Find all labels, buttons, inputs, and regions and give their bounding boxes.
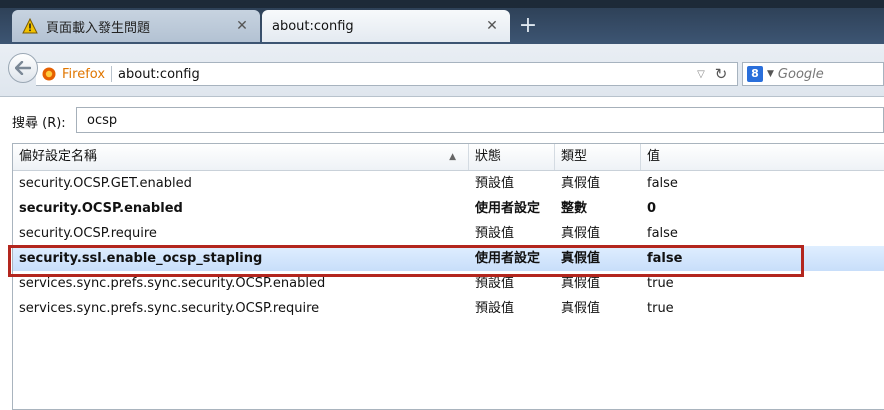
pref-type: 真假值 [561, 276, 601, 291]
tab-strip: 頁面載入發生問題 ✕ about:config ✕ + [0, 0, 884, 44]
table-row[interactable]: services.sync.prefs.sync.security.OCSP.e… [13, 271, 884, 296]
warning-icon [22, 18, 38, 34]
pref-name: security.OCSP.enabled [19, 201, 183, 216]
pref-name: security.OCSP.require [19, 226, 157, 241]
url-bar[interactable]: Firefox about:config ▽ ↻ [36, 62, 738, 86]
column-header-name[interactable]: 偏好設定名稱 ▲ [13, 144, 469, 170]
table-row[interactable]: security.OCSP.enabled 使用者設定 整數 0 [13, 196, 884, 221]
pref-name: security.ssl.enable_ocsp_stapling [19, 251, 263, 266]
tab-close-icon[interactable]: ✕ [484, 18, 500, 34]
table-row[interactable]: security.OCSP.GET.enabled 預設值 真假值 false [13, 171, 884, 196]
tab-close-icon[interactable]: ✕ [234, 18, 250, 34]
pref-name: services.sync.prefs.sync.security.OCSP.e… [19, 276, 326, 291]
pref-value: false [647, 176, 678, 191]
search-engine-dropdown-icon[interactable]: ▼ [767, 69, 774, 79]
filter-row: 搜尋 (R): ocsp [0, 107, 884, 135]
pref-status: 使用者設定 [475, 251, 541, 266]
search-bar[interactable]: 8 ▼ Google [742, 62, 884, 86]
back-button[interactable] [8, 53, 38, 83]
pref-name: services.sync.prefs.sync.security.OCSP.r… [19, 301, 320, 316]
table-header: 偏好設定名稱 ▲ 狀態 類型 值 [13, 144, 884, 171]
tab-title: about:config [272, 18, 354, 34]
table-row-selected[interactable]: security.ssl.enable_ocsp_stapling 使用者設定 … [13, 246, 884, 271]
pref-name: security.OCSP.GET.enabled [19, 176, 192, 191]
pref-value: true [647, 276, 674, 291]
pref-status: 預設值 [475, 276, 515, 291]
tab-load-error[interactable]: 頁面載入發生問題 ✕ [12, 10, 260, 42]
pref-type: 真假值 [561, 301, 601, 316]
pref-type: 真假值 [561, 176, 601, 191]
search-placeholder: Google [777, 66, 824, 82]
firefox-icon [42, 67, 56, 81]
pref-status: 預設值 [475, 226, 515, 241]
back-arrow-icon [15, 61, 31, 75]
pref-value: false [647, 226, 678, 241]
site-identity-label[interactable]: Firefox [62, 67, 105, 82]
new-tab-button[interactable]: + [514, 14, 542, 38]
pref-value: false [647, 251, 683, 266]
url-text[interactable]: about:config [118, 67, 693, 82]
sort-ascending-icon: ▲ [449, 152, 456, 162]
filter-input[interactable]: ocsp [76, 107, 884, 133]
reload-icon[interactable]: ↻ [709, 65, 733, 83]
column-header-type[interactable]: 類型 [555, 144, 641, 170]
table-row[interactable]: services.sync.prefs.sync.security.OCSP.r… [13, 296, 884, 321]
pref-type: 整數 [561, 201, 588, 216]
pref-status: 預設值 [475, 301, 515, 316]
search-engine-icon[interactable]: 8 [747, 66, 763, 82]
column-header-label: 偏好設定名稱 [19, 149, 98, 164]
pref-value: 0 [647, 201, 657, 216]
history-dropdown-icon[interactable]: ▽ [693, 69, 709, 80]
pref-status: 使用者設定 [475, 201, 541, 216]
pref-type: 真假值 [561, 226, 601, 241]
about-config-page: 搜尋 (R): ocsp 偏好設定名稱 ▲ 狀態 類型 值 security.O… [0, 97, 884, 410]
url-separator [111, 66, 113, 82]
pref-value: true [647, 301, 674, 316]
tab-title: 頁面載入發生問題 [46, 20, 151, 36]
window-frame-top [0, 0, 884, 8]
column-header-status[interactable]: 狀態 [469, 144, 555, 170]
pref-status: 預設值 [475, 176, 515, 191]
navigation-toolbar: Firefox about:config ▽ ↻ 8 ▼ Google [0, 44, 884, 97]
filter-label: 搜尋 (R): [12, 115, 66, 131]
pref-type: 真假值 [561, 251, 601, 266]
tab-about-config[interactable]: about:config ✕ [262, 10, 510, 42]
column-header-value[interactable]: 值 [641, 144, 884, 170]
preferences-table: 偏好設定名稱 ▲ 狀態 類型 值 security.OCSP.GET.enabl… [12, 143, 884, 410]
table-row[interactable]: security.OCSP.require 預設值 真假值 false [13, 221, 884, 246]
